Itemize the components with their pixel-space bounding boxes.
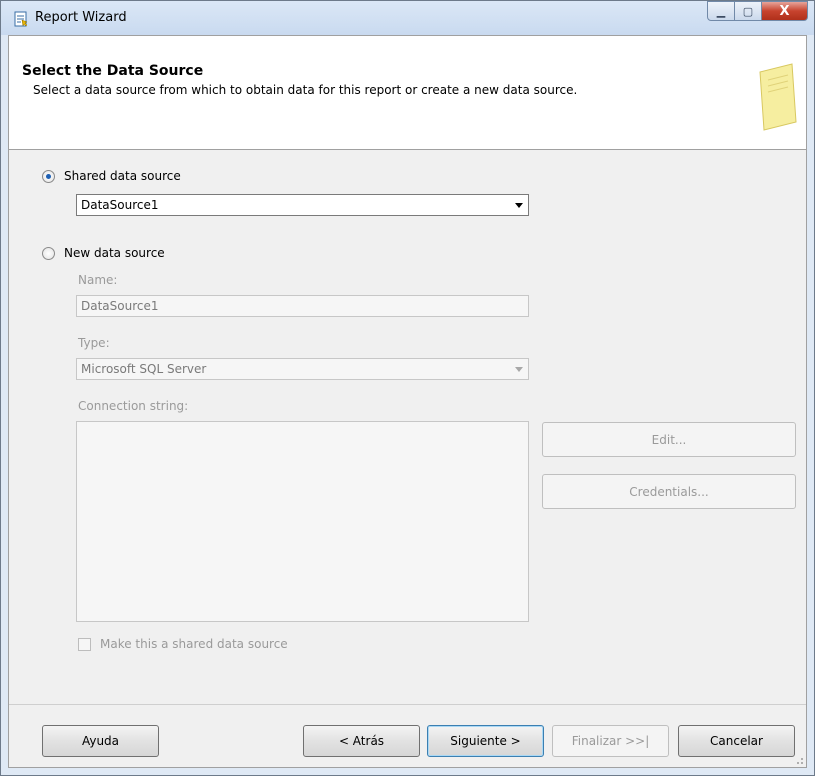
maximize-button[interactable]: ▢ [735,1,762,21]
make-shared-option[interactable]: Make this a shared data source [78,637,288,651]
connection-string-field[interactable] [76,421,529,622]
next-button[interactable]: Siguiente > [427,725,544,757]
shared-data-source-value: DataSource1 [81,198,159,212]
help-button[interactable]: Ayuda [42,725,159,757]
cancel-button-label: Cancelar [710,734,763,748]
report-wizard-icon [14,11,28,27]
window-title: Report Wizard [35,10,127,25]
maximize-icon: ▢ [742,4,754,18]
new-data-source-option[interactable]: New data source [42,246,165,260]
name-field[interactable]: DataSource1 [76,295,529,317]
wizard-body: Select the Data Source Select a data sou… [8,35,807,768]
page-title: Select the Data Source [22,63,204,79]
resize-grip-icon[interactable] [794,755,804,765]
cancel-button[interactable]: Cancelar [678,725,795,757]
back-button-label: < Atrás [338,734,385,748]
next-button-label: Siguiente > [450,734,521,748]
type-label: Type: [78,336,110,350]
type-value: Microsoft SQL Server [81,362,207,376]
finish-button-label: Finalizar >>| [571,734,650,748]
shared-data-source-dropdown[interactable]: DataSource1 [76,194,529,216]
edit-button-label: Edit... [651,432,687,447]
name-value: DataSource1 [81,299,159,313]
minimize-icon: ▁ [716,4,726,18]
make-shared-checkbox[interactable] [78,637,91,651]
type-dropdown[interactable]: Microsoft SQL Server [76,358,529,380]
close-button[interactable]: X [762,1,808,21]
shared-data-source-option[interactable]: Shared data source [42,169,181,183]
credentials-button-label: Credentials... [629,484,709,499]
chevron-down-icon [515,203,523,208]
window-controls: ▁ ▢ X [707,1,808,23]
footer-divider [9,704,806,705]
new-data-source-radio[interactable] [42,246,55,260]
page-subtitle: Select a data source from which to obtai… [33,83,578,97]
make-shared-label: Make this a shared data source [100,637,288,651]
credentials-button[interactable]: Credentials... [542,474,796,509]
back-button[interactable]: < Atrás [303,725,420,757]
name-label: Name: [78,273,118,287]
shared-data-source-radio[interactable] [42,169,55,183]
shared-data-source-label: Shared data source [64,169,181,183]
report-wizard-window: Report Wizard ▁ ▢ X Select the Data Sour… [0,0,815,776]
help-button-label: Ayuda [81,734,120,748]
new-data-source-label: New data source [64,246,165,260]
wizard-header: Select the Data Source Select a data sou… [9,36,806,150]
chevron-down-icon [515,367,523,372]
title-bar[interactable]: Report Wizard ▁ ▢ X [1,1,814,35]
edit-button[interactable]: Edit... [542,422,796,457]
finish-button[interactable]: Finalizar >>| [552,725,669,757]
report-page-icon [759,63,797,131]
close-icon: X [779,3,790,19]
minimize-button[interactable]: ▁ [707,1,735,21]
connection-string-label: Connection string: [78,399,189,413]
